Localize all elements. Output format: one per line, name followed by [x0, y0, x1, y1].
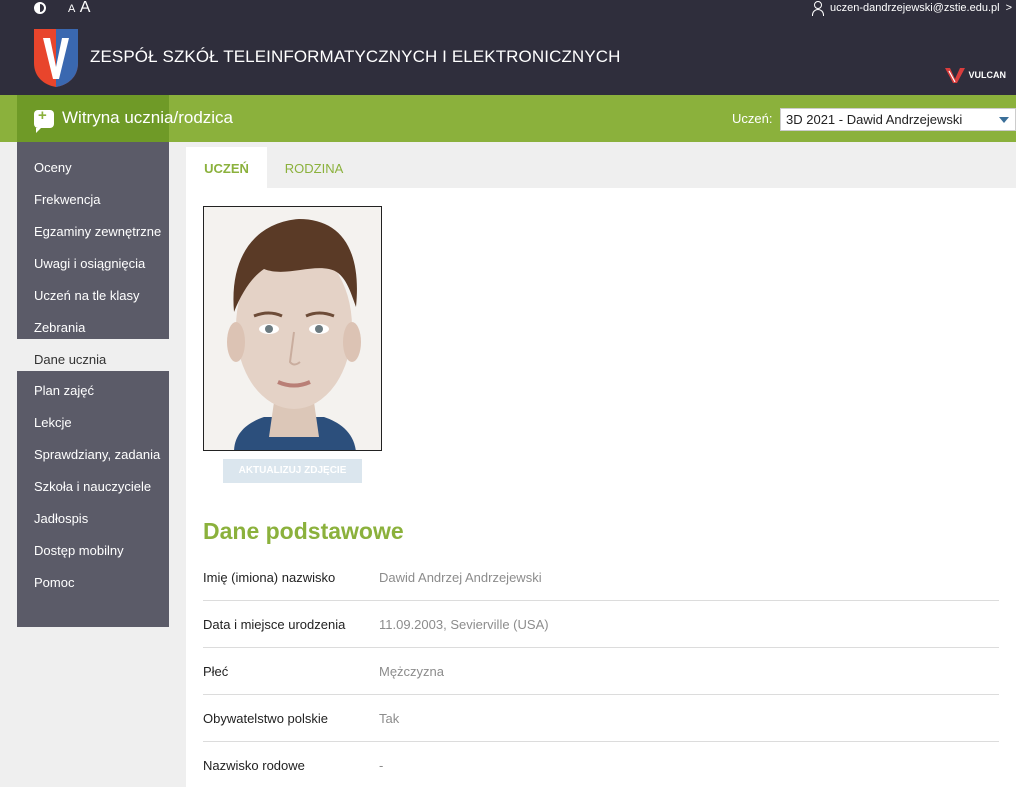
data-row: Imię (imiona) nazwisko Dawid Andrzej And… — [203, 554, 999, 601]
data-row: Płeć Mężczyzna — [203, 648, 999, 695]
chevron-down-icon[interactable] — [999, 117, 1009, 123]
sidebar-item-plan-zajec[interactable]: Plan zajęć — [17, 370, 169, 402]
data-row-label: Płeć — [203, 664, 229, 679]
update-photo-button[interactable]: AKTUALIZUJ ZDJĘCIE — [223, 459, 362, 483]
top-header: A A uczen-dandrzejewski@zstie.edu.pl > Z… — [0, 0, 1016, 95]
data-row: Data i miejsce urodzenia 11.09.2003, Sev… — [203, 601, 999, 648]
app-icon — [34, 107, 54, 133]
data-row-value: Tak — [379, 711, 400, 726]
sidebar-item-szkola[interactable]: Szkoła i nauczyciele — [17, 466, 169, 498]
sidebar-item-zebrania[interactable]: Zebrania — [17, 307, 169, 339]
user-account-link[interactable]: uczen-dandrzejewski@zstie.edu.pl > — [811, 0, 1012, 16]
app-title: Witryna ucznia/rodzica — [62, 108, 234, 127]
data-row-label: Nazwisko rodowe — [203, 758, 305, 773]
font-size-small-label[interactable]: A — [68, 3, 75, 15]
sidebar-item-jadlospis[interactable]: Jadłospis — [17, 498, 169, 530]
tab-bar: UCZEŃ RODZINA — [186, 142, 1016, 188]
data-row-label: Obywatelstwo polskie — [203, 711, 328, 726]
data-row-label: Data i miejsce urodzenia — [203, 617, 346, 632]
sidebar-item-uwagi[interactable]: Uwagi i osiągnięcia — [17, 243, 169, 275]
app-toolbar: Witryna ucznia/rodzica Uczeń: 3D 2021 - … — [0, 95, 1016, 142]
contrast-icon[interactable] — [34, 2, 46, 14]
tab-rodzina[interactable]: RODZINA — [268, 147, 360, 188]
student-select[interactable]: 3D 2021 - Dawid Andrzejewski — [780, 108, 1016, 131]
data-row: Nazwisko rodowe - — [203, 742, 999, 787]
vendor-logo: VULCAN — [944, 66, 1007, 84]
user-caret: > — [1005, 2, 1012, 14]
sidebar-item-sprawdziany[interactable]: Sprawdziany, zadania — [17, 434, 169, 466]
student-select-label: Uczeń: — [732, 111, 773, 126]
sidebar-item-oceny[interactable]: Oceny — [17, 147, 169, 179]
school-name: ZESPÓŁ SZKÓŁ TELEINFORMATYCZNYCH I ELEKT… — [90, 47, 621, 66]
font-size-toggle[interactable]: A A — [68, 0, 90, 17]
sidebar-item-pomoc[interactable]: Pomoc — [17, 562, 169, 594]
sidebar-item-uczen-na-tle-klasy[interactable]: Uczeń na tle klasy — [17, 275, 169, 307]
student-portrait-image — [204, 207, 381, 450]
sidebar-nav: Oceny Frekwencja Egzaminy zewnętrzne Uwa… — [17, 142, 169, 627]
font-size-big-label[interactable]: A — [80, 0, 91, 16]
section-title: Dane podstawowe — [203, 518, 404, 544]
sidebar-item-lekcje[interactable]: Lekcje — [17, 402, 169, 434]
school-logo-icon — [34, 29, 78, 87]
data-row: Obywatelstwo polskie Tak — [203, 695, 999, 742]
sidebar-item-dane-ucznia[interactable]: Dane ucznia — [17, 339, 169, 371]
data-row-value: - — [379, 758, 384, 773]
sidebar-item-egzaminy[interactable]: Egzaminy zewnętrzne — [17, 211, 169, 243]
student-photo — [203, 206, 382, 451]
sidebar-item-dostep-mobilny[interactable]: Dostęp mobilny — [17, 530, 169, 562]
user-email[interactable]: uczen-dandrzejewski@zstie.edu.pl — [830, 2, 1000, 14]
student-select-value[interactable]: 3D 2021 - Dawid Andrzejewski — [786, 112, 962, 127]
data-row-value: Mężczyzna — [379, 664, 445, 679]
sidebar-item-frekwencja[interactable]: Frekwencja — [17, 179, 169, 211]
data-row-value: 11.09.2003, Sevierville (USA) — [379, 617, 549, 632]
data-row-label: Imię (imiona) nazwisko — [203, 570, 336, 585]
main-content: UCZEŃ RODZINA AKTUALIZUJ ZDJĘCIE Dane po… — [186, 142, 1016, 787]
vendor-name: VULCAN — [968, 70, 1007, 80]
tab-uczen[interactable]: UCZEŃ — [186, 147, 267, 188]
vulcan-logo-icon — [944, 68, 965, 83]
data-row-value: Dawid Andrzej Andrzejewski — [379, 570, 542, 585]
user-icon — [811, 1, 825, 16]
